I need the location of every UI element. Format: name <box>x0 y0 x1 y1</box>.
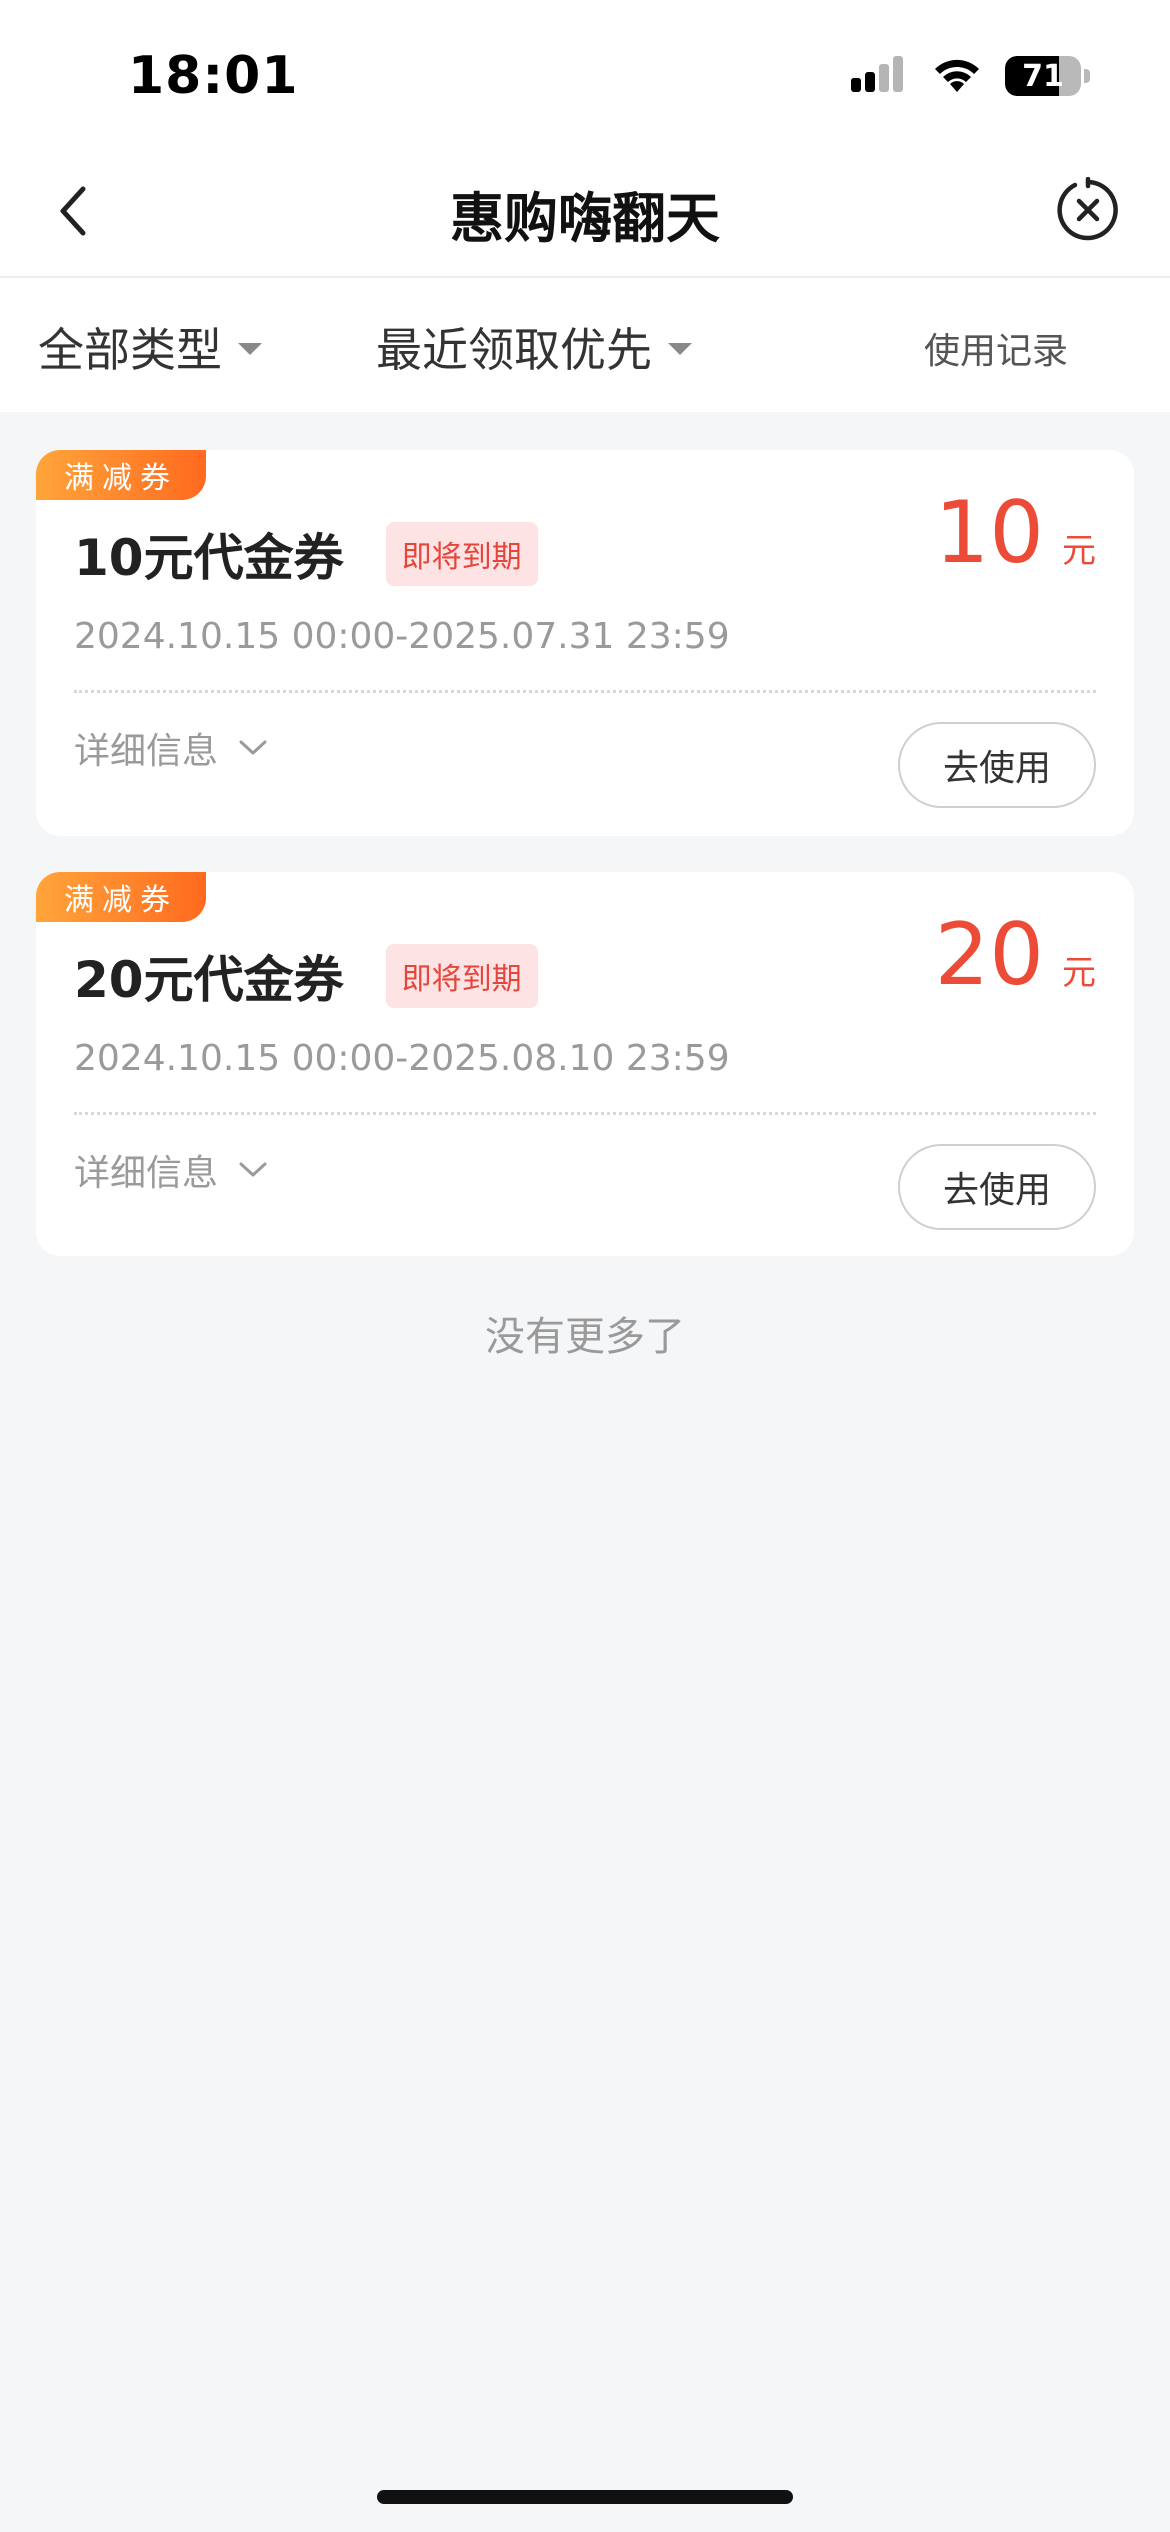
expiring-badge: 即将到期 <box>385 944 538 1008</box>
battery-icon: 71 <box>1005 56 1090 96</box>
coupon-title: 10元代金券 <box>74 529 344 587</box>
wifi-icon <box>935 59 979 92</box>
coupon-card: 满减券 10元代金券 即将到期 10 元 2024.10.15 00:00-20… <box>36 450 1134 836</box>
type-filter-label: 全部类型 <box>38 323 222 377</box>
detail-label: 详细信息 <box>74 1153 219 1194</box>
page-title: 惠购嗨翻天 <box>450 187 720 250</box>
use-coupon-button[interactable]: 去使用 <box>898 722 1096 808</box>
coupon-divider <box>74 690 1096 693</box>
caret-down-icon <box>238 343 262 355</box>
no-more-text: 没有更多了 <box>485 1314 685 1360</box>
coupon-type-tag: 满减券 <box>36 450 206 500</box>
chevron-down-icon <box>239 1162 267 1177</box>
status-bar: 18:01 71 <box>0 0 1170 150</box>
coupon-amount-value: 20 <box>934 905 1044 1005</box>
detail-toggle[interactable]: 详细信息 <box>74 1144 268 1196</box>
coupon-title-row: 20元代金券 即将到期 <box>74 940 538 1012</box>
detail-label: 详细信息 <box>74 731 219 772</box>
use-coupon-button[interactable]: 去使用 <box>898 1144 1096 1230</box>
close-button[interactable] <box>1050 172 1126 248</box>
coupon-date-range: 2024.10.15 00:00-2025.08.10 23:59 <box>74 1038 730 1079</box>
coupon-amount-unit: 元 <box>1062 531 1096 571</box>
coupon-divider <box>74 1112 1096 1115</box>
signal-icon <box>851 56 903 92</box>
coupon-card: 满减券 20元代金券 即将到期 20 元 2024.10.15 00:00-20… <box>36 872 1134 1256</box>
close-circle-icon <box>1057 177 1118 241</box>
sort-filter-label: 最近领取优先 <box>376 323 652 377</box>
usage-record-link[interactable]: 使用记录 <box>924 322 1068 374</box>
type-filter-dropdown[interactable]: 全部类型 <box>38 314 262 380</box>
battery-cap <box>1084 69 1090 83</box>
coupon-title: 20元代金券 <box>74 951 344 1009</box>
status-icons: 71 <box>849 56 1090 96</box>
expiring-badge: 即将到期 <box>385 522 538 586</box>
coupon-amount: 20 元 <box>935 912 1096 998</box>
coupon-type-tag: 满减券 <box>36 872 206 922</box>
coupon-amount-unit: 元 <box>1062 953 1096 993</box>
sort-filter-dropdown[interactable]: 最近领取优先 <box>376 314 692 380</box>
detail-toggle[interactable]: 详细信息 <box>74 722 268 774</box>
coupon-date-range: 2024.10.15 00:00-2025.07.31 23:59 <box>74 616 730 657</box>
coupon-amount: 10 元 <box>935 490 1096 576</box>
coupon-title-row: 10元代金券 即将到期 <box>74 518 538 590</box>
caret-down-icon <box>668 343 692 355</box>
home-indicator <box>377 2490 793 2504</box>
battery-body: 71 <box>1005 56 1081 96</box>
status-time: 18:01 <box>128 46 299 106</box>
filter-bar: 全部类型 最近领取优先 使用记录 <box>0 278 1170 412</box>
coupon-amount-value: 10 <box>934 483 1044 583</box>
chevron-down-icon <box>239 740 267 755</box>
nav-bar: 惠购嗨翻天 <box>0 150 1170 278</box>
battery-level: 71 <box>1022 58 1064 94</box>
